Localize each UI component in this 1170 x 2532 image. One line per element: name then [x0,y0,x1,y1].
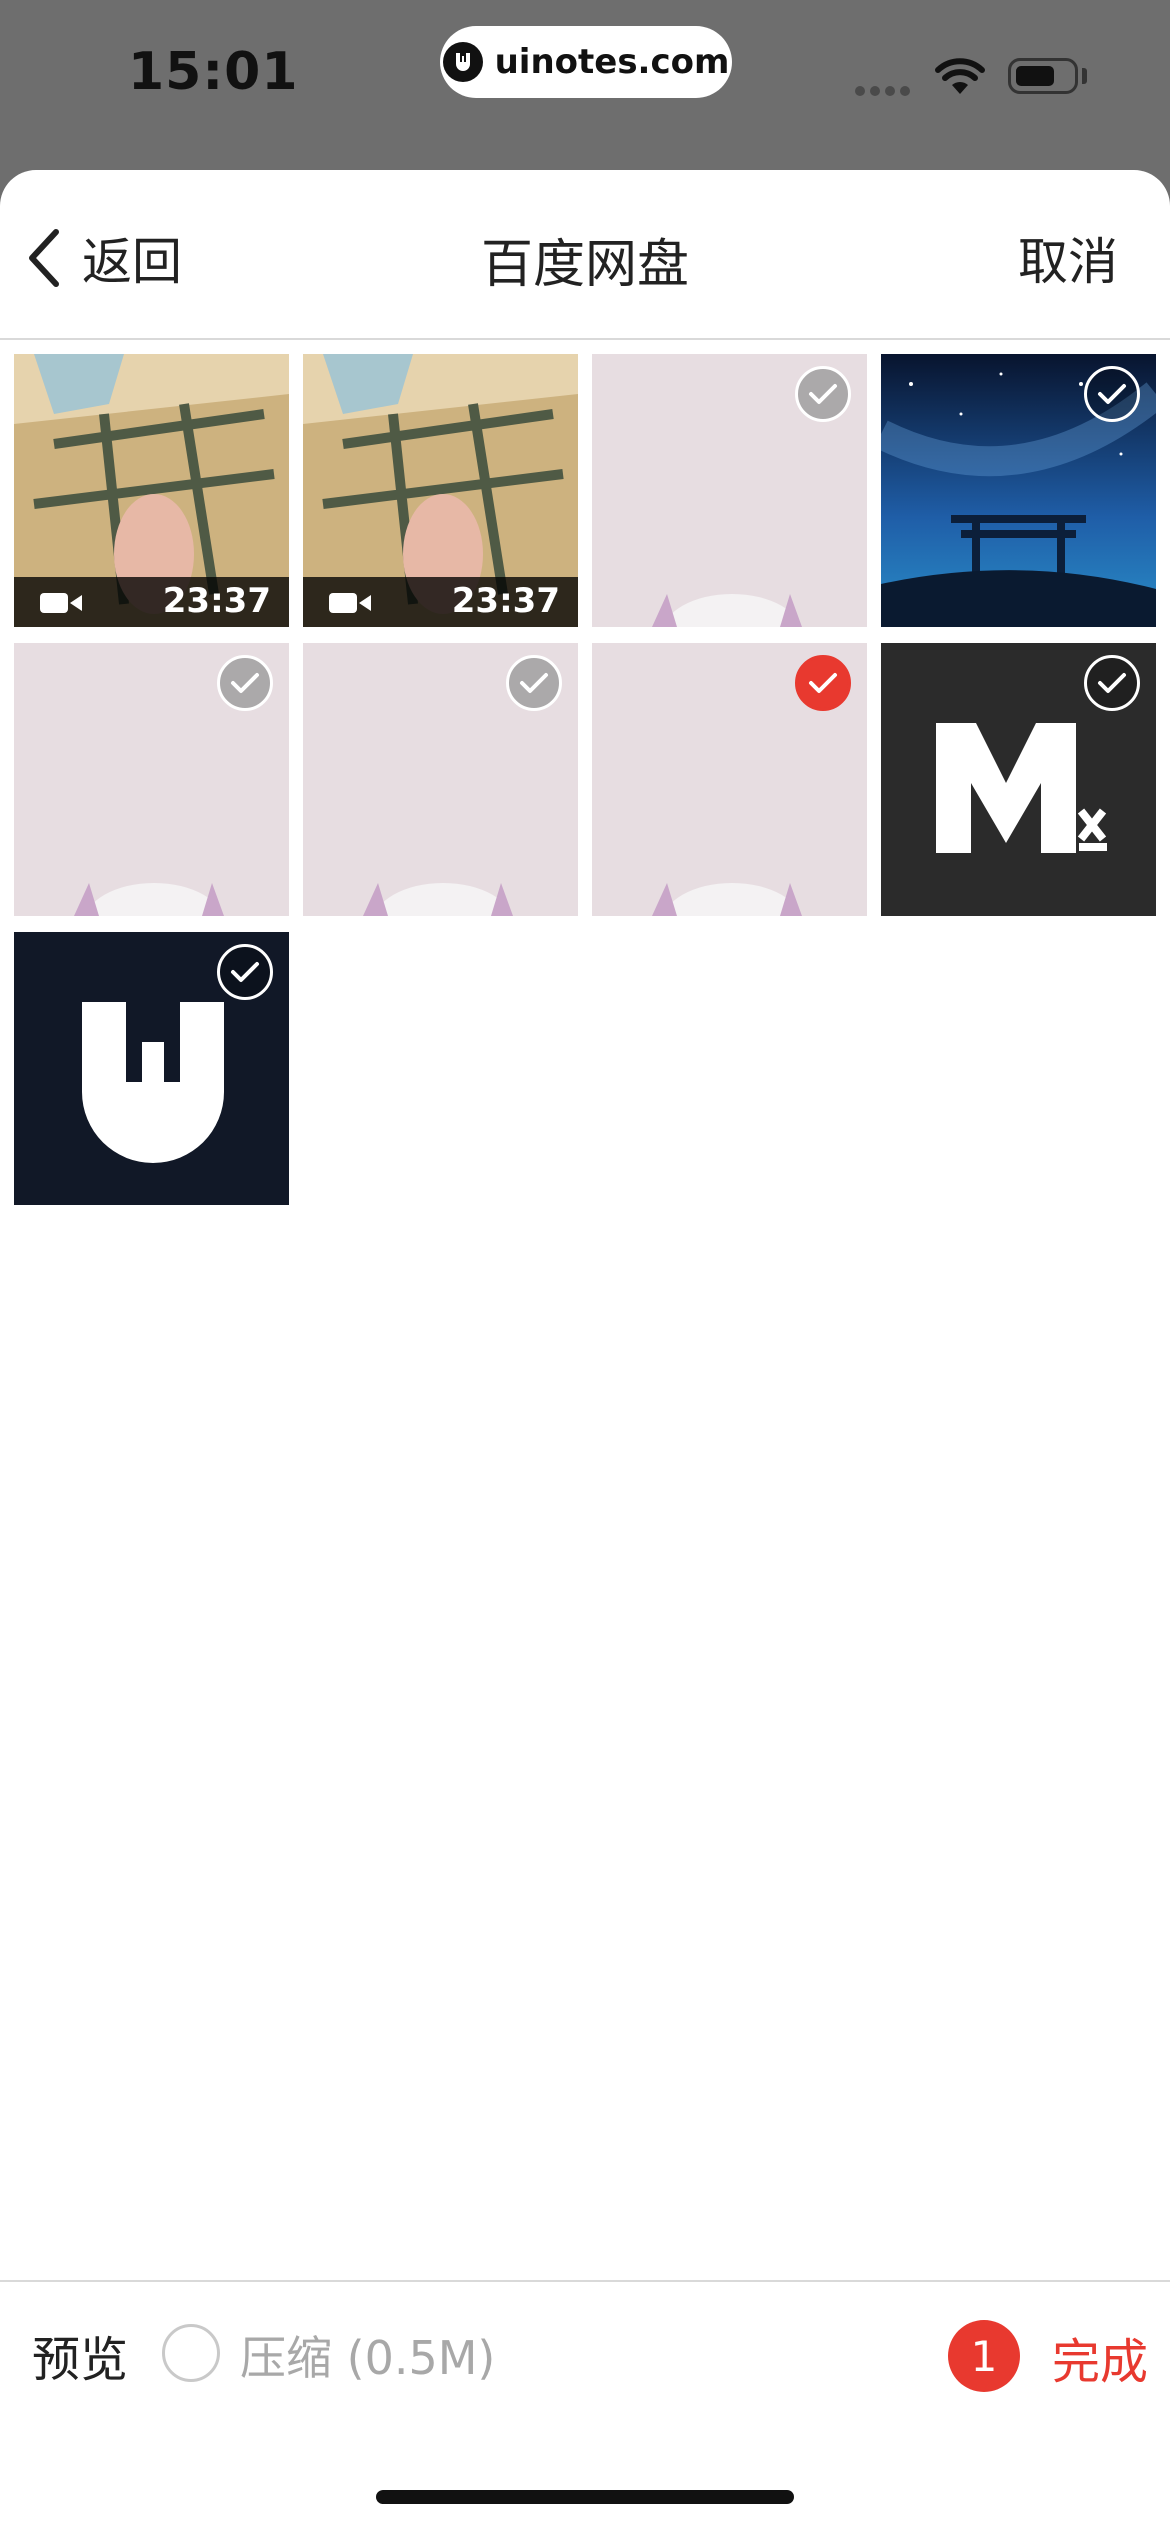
home-indicator [376,2490,794,2504]
media-item-image[interactable] [881,643,1156,916]
video-camera-icon [40,593,82,613]
video-info-bar: 23:37 [14,577,289,627]
done-button[interactable]: 完成 [1052,2322,1148,2392]
status-time: 15:01 [128,42,299,102]
compress-size: (0.5M) [346,2331,496,2385]
select-check-icon[interactable] [217,655,273,711]
select-check-icon[interactable] [795,366,851,422]
media-item-image[interactable] [303,643,578,916]
url-text: uinotes.com [494,42,730,82]
compress-label[interactable]: 压缩 (0.5M) [240,2322,495,2388]
media-item-video[interactable]: 23:37 [303,354,578,627]
battery-tip [1082,68,1087,84]
bottom-toolbar: 预览 压缩 (0.5M) 1 完成 [0,2280,1170,2430]
signal-icon [855,86,910,96]
select-check-icon[interactable] [1084,366,1140,422]
compress-radio[interactable] [162,2324,220,2382]
video-duration: 23:37 [162,581,271,621]
status-bar: 15:01 uinotes.com [0,0,1170,170]
picker-sheet: 返回 百度网盘 取消 23:37 23:37 [0,170,1170,2532]
selected-check-icon[interactable] [795,655,851,711]
selected-count-badge: 1 [948,2320,1020,2392]
media-item-image[interactable] [14,643,289,916]
video-info-bar: 23:37 [303,577,578,627]
wifi-icon [935,58,985,94]
battery-icon [1008,58,1078,94]
uinotes-logo-icon [442,42,483,82]
media-item-image[interactable] [592,354,867,627]
select-check-icon[interactable] [506,655,562,711]
url-pill[interactable]: uinotes.com [440,26,732,98]
page-title: 百度网盘 [480,235,689,295]
nav-bar: 返回 百度网盘 取消 [0,170,1170,340]
video-camera-icon [329,593,371,613]
preview-button[interactable]: 预览 [32,2320,128,2390]
media-item-image-selected[interactable] [592,643,867,916]
cancel-button[interactable]: 取消 [1018,222,1118,294]
media-item-image[interactable] [881,354,1156,627]
media-item-video[interactable]: 23:37 [14,354,289,627]
select-check-icon[interactable] [217,944,273,1000]
compress-text: 压缩 [240,2331,332,2385]
video-duration: 23:37 [451,581,560,621]
media-item-image[interactable] [14,932,289,1205]
select-check-icon[interactable] [1084,655,1140,711]
